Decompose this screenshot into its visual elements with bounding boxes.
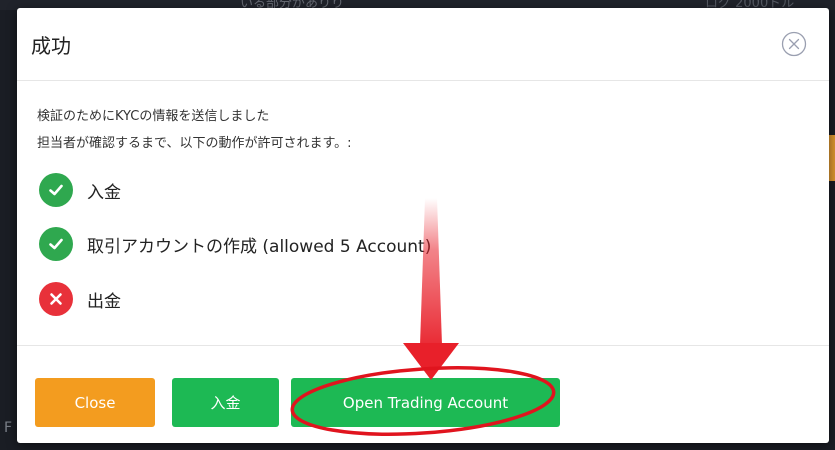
- success-modal: 成功 検証のためにKYCの情報を送信しました 担当者が確認するまで、以下の動作が…: [17, 8, 829, 443]
- modal-footer: Close 入金 Open Trading Account: [17, 345, 829, 443]
- background-accent: [829, 135, 835, 181]
- circle-x-icon[interactable]: [781, 31, 807, 57]
- intro-line-2: 担当者が確認するまで、以下の動作が許可されます。:: [37, 136, 352, 151]
- modal-header: 成功: [17, 8, 829, 81]
- intro-text: 検証のためにKYCの情報を送信しました 担当者が確認するまで、以下の動作が許可さ…: [37, 103, 352, 157]
- check-icon: [39, 173, 73, 207]
- check-icon: [39, 227, 73, 261]
- background-letter: F: [4, 420, 13, 436]
- modal-body: 検証のためにKYCの情報を送信しました 担当者が確認するまで、以下の動作が許可さ…: [17, 81, 829, 345]
- modal-title: 成功: [31, 34, 71, 58]
- close-button[interactable]: Close: [35, 378, 155, 427]
- permission-item-deposit: 入金: [39, 172, 121, 208]
- permission-item-create-account: 取引アカウントの作成 (allowed 5 Account): [39, 226, 431, 262]
- permission-label: 取引アカウントの作成 (allowed 5 Account): [87, 236, 432, 257]
- deposit-button[interactable]: 入金: [172, 378, 279, 427]
- x-icon: [39, 282, 73, 316]
- intro-line-1: 検証のためにKYCの情報を送信しました: [37, 109, 270, 124]
- permission-item-withdraw: 出金: [39, 281, 121, 317]
- permission-label: 入金: [87, 182, 121, 203]
- permission-label: 出金: [87, 291, 121, 312]
- open-trading-account-button[interactable]: Open Trading Account: [291, 378, 560, 427]
